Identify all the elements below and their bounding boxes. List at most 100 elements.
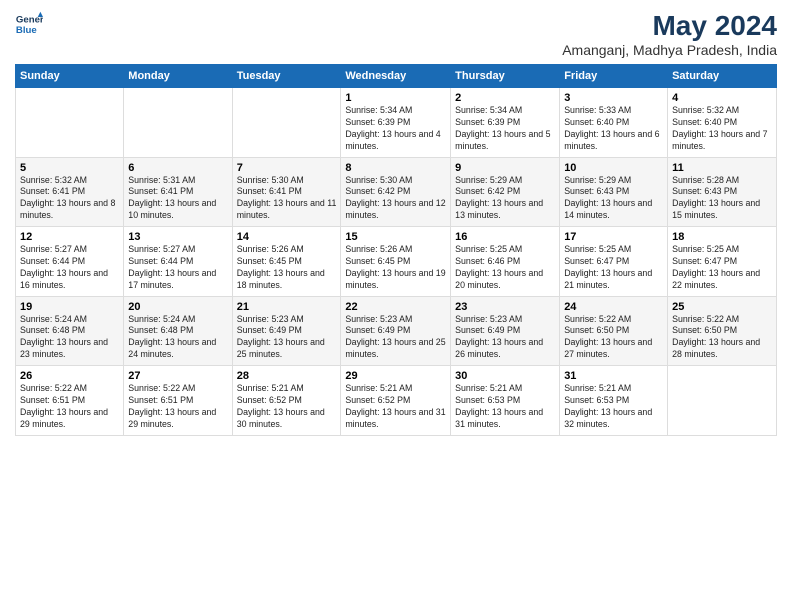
day-number: 6: [128, 162, 227, 174]
day-info: Sunrise: 5:23 AM Sunset: 6:49 PM Dayligh…: [345, 314, 446, 362]
calendar-cell: [124, 88, 232, 158]
calendar-cell: [668, 366, 777, 436]
day-header-monday: Monday: [124, 65, 232, 88]
calendar-cell: 25Sunrise: 5:22 AM Sunset: 6:50 PM Dayli…: [668, 296, 777, 366]
day-info: Sunrise: 5:34 AM Sunset: 6:39 PM Dayligh…: [455, 105, 555, 153]
day-number: 10: [564, 162, 663, 174]
calendar-table: SundayMondayTuesdayWednesdayThursdayFrid…: [15, 64, 777, 436]
day-info: Sunrise: 5:27 AM Sunset: 6:44 PM Dayligh…: [20, 244, 119, 292]
calendar-cell: 8Sunrise: 5:30 AM Sunset: 6:42 PM Daylig…: [341, 157, 451, 227]
day-number: 23: [455, 301, 555, 313]
calendar-cell: 24Sunrise: 5:22 AM Sunset: 6:50 PM Dayli…: [560, 296, 668, 366]
day-number: 20: [128, 301, 227, 313]
day-number: 17: [564, 231, 663, 243]
day-number: 5: [20, 162, 119, 174]
svg-text:Blue: Blue: [16, 25, 37, 36]
day-number: 3: [564, 92, 663, 104]
calendar-cell: 30Sunrise: 5:21 AM Sunset: 6:53 PM Dayli…: [451, 366, 560, 436]
calendar-cell: 5Sunrise: 5:32 AM Sunset: 6:41 PM Daylig…: [16, 157, 124, 227]
week-row-2: 5Sunrise: 5:32 AM Sunset: 6:41 PM Daylig…: [16, 157, 777, 227]
day-number: 30: [455, 370, 555, 382]
day-info: Sunrise: 5:22 AM Sunset: 6:50 PM Dayligh…: [672, 314, 772, 362]
day-header-sunday: Sunday: [16, 65, 124, 88]
calendar-cell: 22Sunrise: 5:23 AM Sunset: 6:49 PM Dayli…: [341, 296, 451, 366]
calendar-cell: 16Sunrise: 5:25 AM Sunset: 6:46 PM Dayli…: [451, 227, 560, 297]
calendar-cell: 4Sunrise: 5:32 AM Sunset: 6:40 PM Daylig…: [668, 88, 777, 158]
day-number: 18: [672, 231, 772, 243]
day-number: 2: [455, 92, 555, 104]
week-row-5: 26 Sunrise: 5:22 AM Sunset: 6:51 PM Dayli…: [16, 366, 777, 436]
calendar-cell: 18Sunrise: 5:25 AM Sunset: 6:47 PM Dayli…: [668, 227, 777, 297]
calendar-cell: [232, 88, 341, 158]
header-row: SundayMondayTuesdayWednesdayThursdayFrid…: [16, 65, 777, 88]
day-number: 1: [345, 92, 446, 104]
day-info: Sunrise: 5:25 AM Sunset: 6:47 PM Dayligh…: [672, 244, 772, 292]
day-info: Sunrise: 5:27 AM Sunset: 6:44 PM Dayligh…: [128, 244, 227, 292]
calendar-cell: 26Sunrise: 5:22 AM Sunset: 6:51 PM Dayli…: [16, 366, 124, 436]
day-number: 8: [345, 162, 446, 174]
day-number: 28: [237, 370, 337, 382]
day-info: Sunrise: 5:21 AM Sunset: 6:53 PM Dayligh…: [455, 383, 555, 431]
calendar-cell: 12Sunrise: 5:27 AM Sunset: 6:44 PM Dayli…: [16, 227, 124, 297]
day-header-wednesday: Wednesday: [341, 65, 451, 88]
day-info: Sunrise: 5:30 AM Sunset: 6:42 PM Dayligh…: [345, 175, 446, 223]
day-number: 9: [455, 162, 555, 174]
calendar-cell: 13Sunrise: 5:27 AM Sunset: 6:44 PM Dayli…: [124, 227, 232, 297]
day-info: Sunrise: 5:25 AM Sunset: 6:47 PM Dayligh…: [564, 244, 663, 292]
day-info: Sunrise: 5:21 AM Sunset: 6:52 PM Dayligh…: [237, 383, 337, 431]
day-info: Sunrise: 5:23 AM Sunset: 6:49 PM Dayligh…: [455, 314, 555, 362]
day-number: 26: [20, 370, 119, 382]
day-info: Sunrise: 5:32 AM Sunset: 6:40 PM Dayligh…: [672, 105, 772, 153]
day-info: Sunrise: 5:24 AM Sunset: 6:48 PM Dayligh…: [20, 314, 119, 362]
day-number: 29: [345, 370, 446, 382]
main-title: May 2024: [562, 10, 777, 42]
day-info: Sunrise: 5:25 AM Sunset: 6:46 PM Dayligh…: [455, 244, 555, 292]
day-number: 4: [672, 92, 772, 104]
day-header-tuesday: Tuesday: [232, 65, 341, 88]
calendar-cell: 14Sunrise: 5:26 AM Sunset: 6:45 PM Dayli…: [232, 227, 341, 297]
day-info: Sunrise: 5:23 AM Sunset: 6:49 PM Dayligh…: [237, 314, 337, 362]
calendar-cell: 19Sunrise: 5:24 AM Sunset: 6:48 PM Dayli…: [16, 296, 124, 366]
calendar-cell: 27Sunrise: 5:22 AM Sunset: 6:51 PM Dayli…: [124, 366, 232, 436]
day-number: 31: [564, 370, 663, 382]
header: General Blue May 2024 Amanganj, Madhya P…: [15, 10, 777, 58]
day-info: Sunrise: 5:31 AM Sunset: 6:41 PM Dayligh…: [128, 175, 227, 223]
day-number: 15: [345, 231, 446, 243]
day-header-friday: Friday: [560, 65, 668, 88]
day-header-saturday: Saturday: [668, 65, 777, 88]
calendar-cell: 2Sunrise: 5:34 AM Sunset: 6:39 PM Daylig…: [451, 88, 560, 158]
calendar-cell: 28Sunrise: 5:21 AM Sunset: 6:52 PM Dayli…: [232, 366, 341, 436]
day-info: Sunrise: 5:30 AM Sunset: 6:41 PM Dayligh…: [237, 175, 337, 223]
day-info: Sunrise: 5:26 AM Sunset: 6:45 PM Dayligh…: [237, 244, 337, 292]
week-row-1: 1Sunrise: 5:34 AM Sunset: 6:39 PM Daylig…: [16, 88, 777, 158]
calendar-cell: 1Sunrise: 5:34 AM Sunset: 6:39 PM Daylig…: [341, 88, 451, 158]
day-number: 12: [20, 231, 119, 243]
calendar-cell: 15Sunrise: 5:26 AM Sunset: 6:45 PM Dayli…: [341, 227, 451, 297]
title-block: May 2024 Amanganj, Madhya Pradesh, India: [562, 10, 777, 58]
day-number: 25: [672, 301, 772, 313]
calendar-cell: 23Sunrise: 5:23 AM Sunset: 6:49 PM Dayli…: [451, 296, 560, 366]
calendar-cell: 7Sunrise: 5:30 AM Sunset: 6:41 PM Daylig…: [232, 157, 341, 227]
day-number: 16: [455, 231, 555, 243]
day-info: Sunrise: 5:26 AM Sunset: 6:45 PM Dayligh…: [345, 244, 446, 292]
day-info: Sunrise: 5:34 AM Sunset: 6:39 PM Dayligh…: [345, 105, 446, 153]
day-number: 21: [237, 301, 337, 313]
calendar-cell: 3Sunrise: 5:33 AM Sunset: 6:40 PM Daylig…: [560, 88, 668, 158]
day-number: 11: [672, 162, 772, 174]
day-number: 27: [128, 370, 227, 382]
day-info: Sunrise: 5:28 AM Sunset: 6:43 PM Dayligh…: [672, 175, 772, 223]
day-info: Sunrise: 5:24 AM Sunset: 6:48 PM Dayligh…: [128, 314, 227, 362]
day-info: Sunrise: 5:33 AM Sunset: 6:40 PM Dayligh…: [564, 105, 663, 153]
calendar-cell: 21Sunrise: 5:23 AM Sunset: 6:49 PM Dayli…: [232, 296, 341, 366]
day-info: Sunrise: 5:32 AM Sunset: 6:41 PM Dayligh…: [20, 175, 119, 223]
logo-icon: General Blue: [15, 10, 43, 38]
day-info: Sunrise: 5:29 AM Sunset: 6:42 PM Dayligh…: [455, 175, 555, 223]
day-info: Sunrise: 5:29 AM Sunset: 6:43 PM Dayligh…: [564, 175, 663, 223]
day-number: 14: [237, 231, 337, 243]
day-number: 24: [564, 301, 663, 313]
day-number: 7: [237, 162, 337, 174]
day-info: Sunrise: 5:22 AM Sunset: 6:51 PM Dayligh…: [128, 383, 227, 431]
subtitle: Amanganj, Madhya Pradesh, India: [562, 42, 777, 58]
calendar-cell: 6Sunrise: 5:31 AM Sunset: 6:41 PM Daylig…: [124, 157, 232, 227]
day-number: 13: [128, 231, 227, 243]
